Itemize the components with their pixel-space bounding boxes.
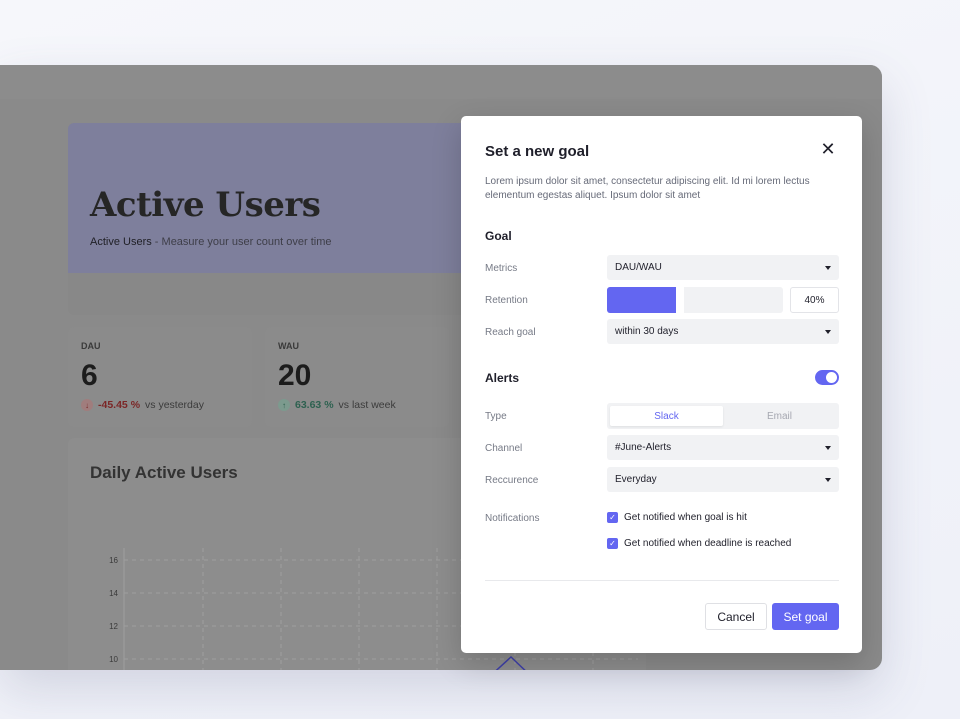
stat-value: 20 (278, 359, 312, 392)
retention-slider[interactable] (607, 287, 783, 313)
page-subtitle-strong: Active Users (90, 236, 152, 248)
y-tick-label: 16 (109, 556, 118, 565)
y-tick-label: 10 (109, 655, 118, 664)
toggle-knob (826, 372, 837, 383)
recurrence-select[interactable]: Everyday (607, 467, 839, 492)
window-top-bar (0, 65, 882, 99)
caret-down-icon (825, 445, 831, 450)
stat-change-value: 63.63 % (295, 399, 334, 411)
close-icon[interactable]: ✕ (819, 140, 837, 158)
checkbox-checked-icon[interactable]: ✓ (607, 538, 618, 549)
reach-goal-select-value: within 30 days (615, 326, 679, 337)
channel-select[interactable]: #June-Alerts (607, 435, 839, 460)
page-title: Active Users (90, 185, 321, 225)
page-header: Active Users Active Users - Measure your… (68, 123, 488, 273)
type-label: Type (485, 411, 507, 422)
notifications-label: Notifications (485, 513, 540, 524)
reach-goal-select[interactable]: within 30 days (607, 319, 839, 344)
caret-down-icon (825, 265, 831, 270)
notify-deadline-option[interactable]: ✓ Get notified when deadline is reached (607, 538, 791, 549)
stat-card-dau: DAU 6 ↓ -45.45 % vs yesterday (68, 327, 252, 427)
notify-goal-option[interactable]: ✓ Get notified when goal is hit (607, 512, 747, 523)
stat-change-value: -45.45 % (98, 399, 141, 411)
alerts-toggle[interactable] (815, 370, 839, 385)
notify-deadline-label: Get notified when deadline is reached (624, 538, 792, 549)
caret-down-icon (825, 329, 831, 334)
cancel-button[interactable]: Cancel (705, 603, 767, 630)
modal-divider (485, 580, 839, 581)
stat-change-suffix: vs yesterday (145, 399, 204, 411)
modal-description: Lorem ipsum dolor sit amet, consectetur … (485, 176, 810, 201)
stat-change: ↓ -45.45 % vs yesterday (81, 399, 239, 411)
goal-section-title: Goal (485, 229, 512, 243)
metrics-select[interactable]: DAU/WAU (607, 255, 839, 280)
stat-card-wau: WAU 20 ↑ 63.63 % vs last week (265, 327, 449, 427)
reach-goal-label: Reach goal (485, 327, 536, 338)
metrics-label: Metrics (485, 263, 518, 274)
page-subtitle-text: - Measure your user count over time (151, 236, 332, 248)
type-segmented-control: Slack Email (607, 403, 839, 429)
alerts-section-title: Alerts (485, 371, 520, 385)
stat-change-suffix: vs last week (338, 399, 396, 411)
arrow-up-icon: ↑ (278, 399, 290, 411)
retention-label: Retention (485, 295, 528, 306)
stat-value: 6 (81, 359, 98, 392)
notify-goal-label: Get notified when goal is hit (624, 512, 747, 523)
stat-change: ↑ 63.63 % vs last week (278, 399, 436, 411)
header-toolbar (68, 273, 488, 315)
modal-title: Set a new goal (485, 143, 590, 160)
channel-label: Channel (485, 443, 523, 454)
set-goal-button[interactable]: Set goal (772, 603, 839, 630)
retention-slider-fill (607, 287, 678, 313)
stat-label: DAU (81, 341, 101, 351)
type-option-slack[interactable]: Slack (610, 406, 723, 426)
recurrence-label: Reccurence (485, 475, 539, 486)
metrics-select-value: DAU/WAU (615, 262, 662, 273)
caret-down-icon (825, 477, 831, 482)
set-goal-modal: Set a new goal ✕ Lorem ipsum dolor sit a… (461, 116, 862, 653)
recurrence-select-value: Everyday (615, 474, 657, 485)
retention-slider-handle[interactable] (676, 287, 685, 313)
type-option-email[interactable]: Email (723, 406, 836, 426)
stat-label: WAU (278, 341, 299, 351)
y-tick-label: 12 (109, 622, 118, 631)
page-subtitle: Active Users - Measure your user count o… (90, 236, 332, 248)
checkbox-checked-icon[interactable]: ✓ (607, 512, 618, 523)
y-tick-label: 14 (109, 589, 118, 598)
channel-select-value: #June-Alerts (615, 442, 672, 453)
chart-title: Daily Active Users (90, 463, 238, 482)
retention-value-field[interactable]: 40% (790, 287, 839, 313)
arrow-down-icon: ↓ (81, 399, 93, 411)
